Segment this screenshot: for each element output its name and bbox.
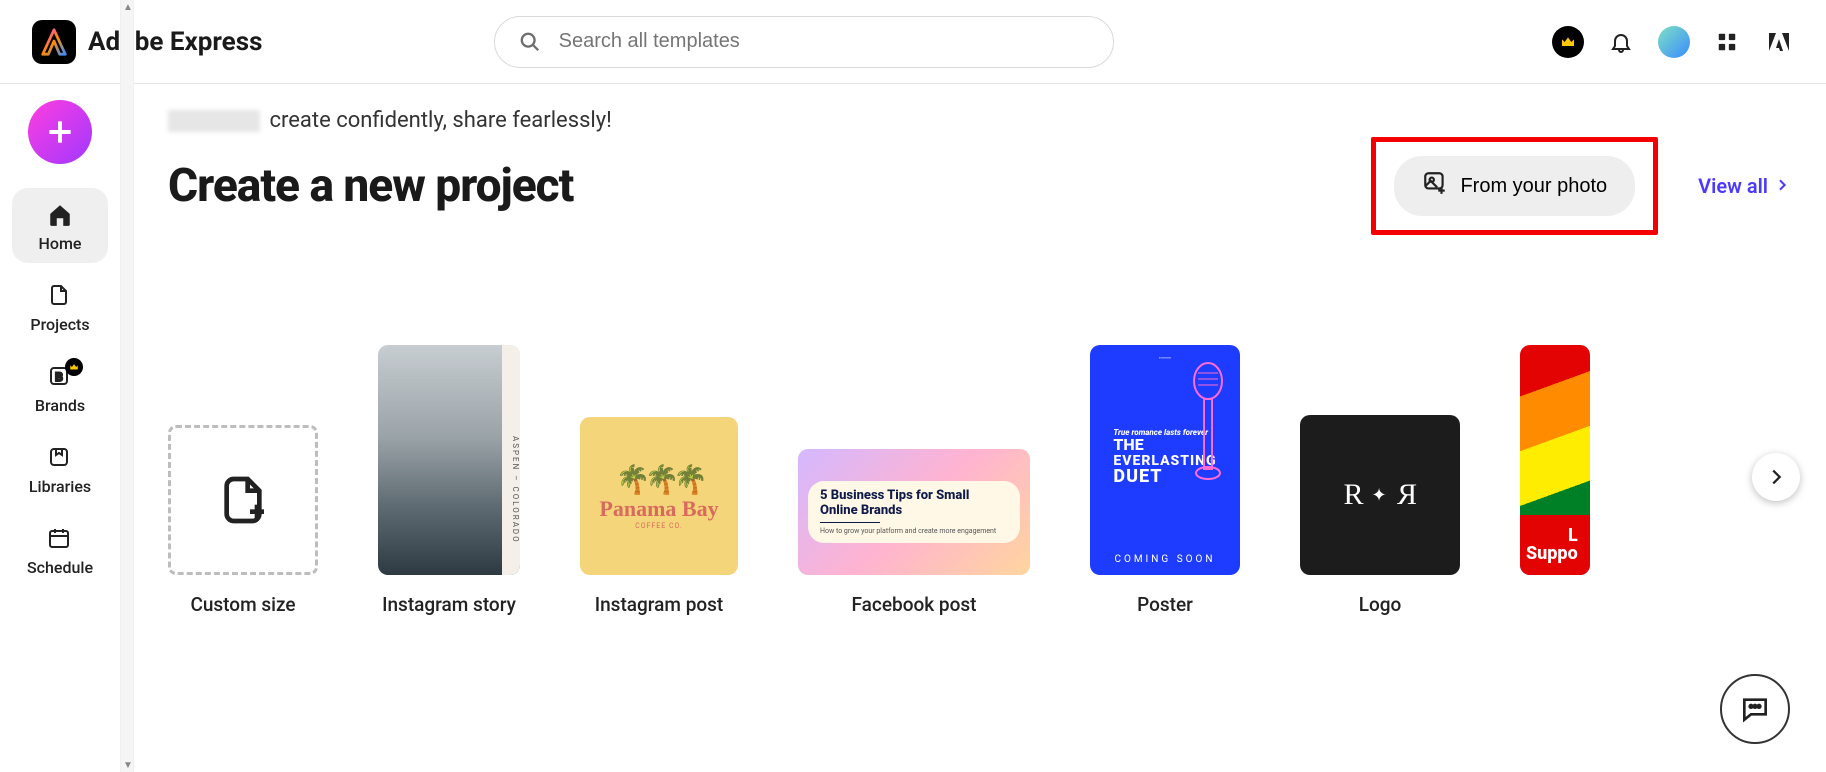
page-heading: Create a new project: [168, 159, 573, 213]
help-chat-button[interactable]: [1720, 674, 1790, 744]
header-actions: [1552, 26, 1794, 58]
body: Home Projects B Brands Libraries: [0, 84, 1826, 772]
view-all-link[interactable]: View all: [1698, 174, 1790, 198]
microphone-icon: [1188, 361, 1228, 481]
from-your-photo-label: From your photo: [1460, 175, 1607, 198]
libraries-icon: [47, 445, 73, 471]
instagram-story-thumb: ASPEN – COLORADO: [378, 345, 520, 575]
image-plus-icon: [1422, 170, 1448, 202]
sidebar-item-label: Libraries: [29, 477, 91, 496]
user-avatar[interactable]: [1658, 26, 1690, 58]
file-icon: [47, 283, 73, 309]
search-icon: [515, 27, 545, 57]
view-all-label: View all: [1698, 174, 1768, 198]
card-label: [1553, 593, 1558, 616]
adobe-logo-icon[interactable]: [1764, 27, 1794, 57]
search-bar: [494, 16, 1114, 68]
carousel-next-button[interactable]: [1752, 453, 1800, 501]
card-facebook-post[interactable]: 5 Business Tips for Small Online Brands …: [798, 449, 1030, 616]
card-logo[interactable]: R ✦ R Logo: [1300, 415, 1460, 616]
thumb-text: ASPEN – COLORADO: [502, 345, 520, 575]
sidebar-item-schedule[interactable]: Schedule: [12, 512, 108, 587]
thumb-text: Suppo: [1526, 545, 1578, 563]
create-new-button[interactable]: [28, 100, 92, 164]
sidebar-item-brands[interactable]: B Brands: [12, 350, 108, 425]
sidebar-item-home[interactable]: Home: [12, 188, 108, 263]
thumb-text: COMING SOON: [1114, 554, 1215, 565]
card-label: Instagram story: [382, 593, 516, 616]
card-partial[interactable]: L Suppo: [1520, 345, 1590, 616]
app-logo[interactable]: Adobe Express: [32, 20, 262, 64]
poster-thumb: •••••• True romance lasts forever THE EV…: [1090, 345, 1240, 575]
svg-text:B: B: [55, 370, 63, 384]
template-cards-row: Custom size ASPEN – COLORADO Instagram s…: [168, 345, 1790, 616]
sidebar-item-projects[interactable]: Projects: [12, 269, 108, 344]
sidebar-item-libraries[interactable]: Libraries: [12, 431, 108, 506]
logo-thumb: R ✦ R: [1300, 415, 1460, 575]
sidebar-item-label: Projects: [30, 315, 89, 334]
card-instagram-story[interactable]: ASPEN – COLORADO Instagram story: [378, 345, 520, 616]
thumb-text: R: [1395, 478, 1417, 512]
app-switcher-icon[interactable]: [1712, 27, 1742, 57]
sidebar: Home Projects B Brands Libraries: [0, 84, 120, 772]
sidebar-item-label: Brands: [35, 396, 85, 415]
premium-badge-icon: [65, 358, 83, 376]
notifications-bell-icon[interactable]: [1606, 27, 1636, 57]
sidebar-item-label: Home: [39, 234, 82, 253]
chevron-right-icon: [1765, 466, 1787, 488]
thumb-text: COFFEE CO.: [635, 522, 683, 530]
chevron-right-icon: [1774, 174, 1790, 198]
search-input-wrap[interactable]: [494, 16, 1114, 68]
facebook-post-thumb: 5 Business Tips for Small Online Brands …: [798, 449, 1030, 575]
header: Adobe Express: [0, 0, 1826, 84]
app-name: Adobe Express: [88, 27, 262, 57]
rainbow-thumb: L Suppo: [1520, 345, 1590, 575]
thumb-text: 5 Business Tips for Small Online Brands: [820, 489, 1008, 519]
redacted-name: [168, 110, 260, 132]
card-custom-size[interactable]: Custom size: [168, 425, 318, 616]
thumb-text: Panama Bay: [599, 496, 718, 522]
heading-row: Create a new project From your photo Vie…: [168, 137, 1790, 235]
ampersand-icon: ✦: [1371, 485, 1388, 506]
main-content: create confidently, share fearlessly! Cr…: [120, 84, 1826, 772]
annotation-highlight-box: From your photo: [1371, 137, 1658, 235]
chat-icon: [1739, 693, 1771, 725]
greeting-text: create confidently, share fearlessly!: [168, 108, 1790, 133]
card-label: Instagram post: [595, 593, 724, 616]
greeting-suffix: create confidently, share fearlessly!: [269, 108, 611, 133]
from-your-photo-button[interactable]: From your photo: [1394, 156, 1635, 216]
card-label: Custom size: [190, 593, 295, 616]
palm-icon: 🌴🌴🌴: [616, 463, 703, 496]
card-label: Facebook post: [852, 593, 977, 616]
instagram-post-thumb: 🌴🌴🌴 Panama Bay COFFEE CO.: [580, 417, 738, 575]
custom-size-thumb: [168, 425, 318, 575]
thumb-text: R: [1343, 478, 1365, 512]
card-label: Logo: [1359, 593, 1402, 616]
premium-crown-icon[interactable]: [1552, 26, 1584, 58]
home-icon: [47, 202, 73, 228]
brands-icon: B: [47, 364, 73, 390]
sidebar-item-label: Schedule: [27, 558, 93, 577]
card-label: Poster: [1137, 593, 1193, 616]
adobe-express-logo-icon: [32, 20, 76, 64]
card-instagram-post[interactable]: 🌴🌴🌴 Panama Bay COFFEE CO. Instagram post: [580, 417, 738, 616]
search-input[interactable]: [559, 30, 1093, 53]
thumb-text: How to grow your platform and create mor…: [820, 527, 1008, 535]
card-poster[interactable]: •••••• True romance lasts forever THE EV…: [1090, 345, 1240, 616]
scroll-up-icon[interactable]: ▲: [121, 0, 135, 14]
calendar-icon: [47, 526, 73, 552]
